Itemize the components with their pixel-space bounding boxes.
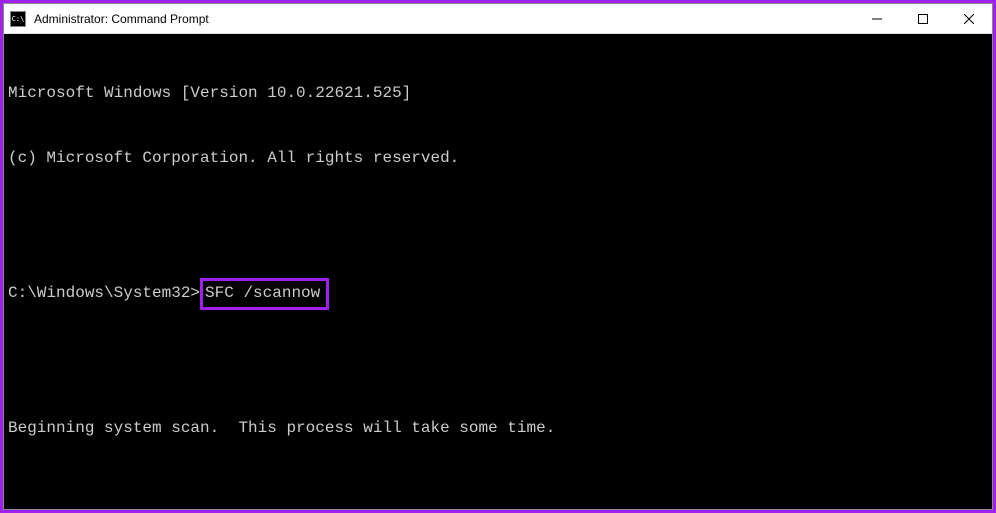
- terminal-output-area[interactable]: Microsoft Windows [Version 10.0.22621.52…: [4, 34, 992, 509]
- blank-line: [8, 213, 988, 235]
- command-text: SFC /scannow: [205, 284, 320, 302]
- prompt-path: C:\Windows\System32>: [8, 284, 200, 302]
- app-icon: C:\: [10, 11, 26, 27]
- maximize-icon: [918, 14, 928, 24]
- blank-line: [8, 483, 988, 505]
- maximize-button[interactable]: [900, 4, 946, 33]
- minimize-button[interactable]: [854, 4, 900, 33]
- output-line: (c) Microsoft Corporation. All rights re…: [8, 148, 988, 170]
- close-icon: [964, 14, 974, 24]
- close-button[interactable]: [946, 4, 992, 33]
- output-line: Microsoft Windows [Version 10.0.22621.52…: [8, 83, 988, 105]
- blank-line: [8, 353, 988, 375]
- minimize-icon: [872, 14, 882, 24]
- command-prompt-window: C:\ Administrator: Command Prompt Micros…: [3, 3, 993, 510]
- window-titlebar[interactable]: C:\ Administrator: Command Prompt: [4, 4, 992, 34]
- output-line: Beginning system scan. This process will…: [8, 418, 988, 440]
- highlighted-command: SFC /scannow: [200, 278, 329, 311]
- screenshot-highlight-border: C:\ Administrator: Command Prompt Micros…: [0, 0, 996, 513]
- window-title: Administrator: Command Prompt: [34, 12, 854, 26]
- window-controls: [854, 4, 992, 33]
- command-line: C:\Windows\System32> SFC /scannow: [8, 278, 988, 311]
